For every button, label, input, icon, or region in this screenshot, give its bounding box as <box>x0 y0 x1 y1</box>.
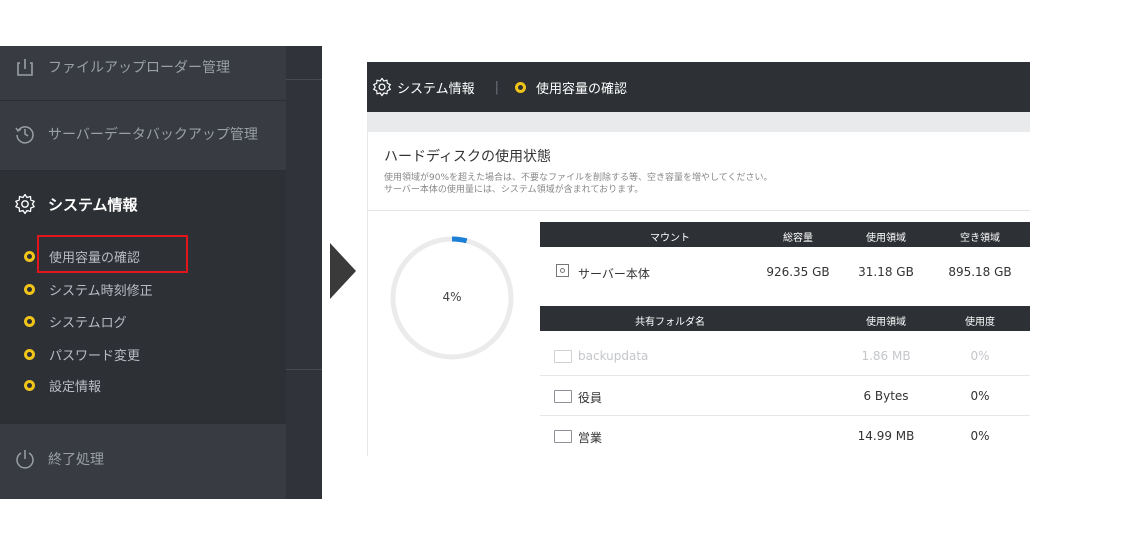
sidebar-item-label: 終了処理 <box>48 452 104 468</box>
mount-free: 895.18 GB <box>948 265 1012 279</box>
sidebar-item-backup[interactable]: サーバーデータバックアップ管理 <box>0 101 286 171</box>
sidebar: ファイルアップローダー管理 サーバーデータバックアップ管理 システム情報 使用容… <box>0 46 322 499</box>
backup-clock-icon <box>14 123 36 145</box>
breadcrumb-separator: | <box>494 79 500 95</box>
column-header: 共有フォルダ名 <box>635 317 705 328</box>
table-row: サーバー本体 926.35 GB 31.18 GB 895.18 GB <box>540 252 1030 292</box>
toolbar-spacer <box>367 112 1030 132</box>
sidebar-item-label: システム情報 <box>48 195 138 214</box>
folder-icon <box>554 430 572 443</box>
folder-icon <box>554 350 572 363</box>
column-header: 使用領域 <box>866 233 906 244</box>
column-header: 使用領域 <box>866 317 906 328</box>
folder-name: 役員 <box>578 391 603 405</box>
bullet-ring-icon <box>24 283 35 295</box>
mount-used: 31.18 GB <box>858 265 914 279</box>
folder-table-header: 共有フォルダ名 使用領域 使用度 <box>540 306 1030 331</box>
power-icon <box>14 448 36 470</box>
upload-icon <box>14 56 36 78</box>
disk-usage-section: ハードディスクの使用状態 使用領域が90%を超えた場合は、不要なファイルを削除す… <box>367 132 1030 456</box>
transition-arrow-icon <box>330 243 356 299</box>
bullet-ring-icon <box>24 379 35 391</box>
breadcrumb-page: 使用容量の確認 <box>536 81 628 97</box>
sidebar-subitem-password[interactable]: パスワード変更 <box>24 343 140 365</box>
system-info-panel: システム情報 | 使用容量の確認 ハードディスクの使用状態 使用領域が90%を超… <box>367 62 1030 456</box>
disk-title: ハードディスクの使用状態 <box>384 149 552 165</box>
sidebar-item-label: サーバーデータバックアップ管理 <box>48 127 258 143</box>
folder-name: backupdata <box>578 349 649 363</box>
usage-percent: 4% <box>442 290 462 304</box>
gear-icon <box>14 193 36 215</box>
bullet-ring-icon <box>515 81 527 93</box>
folder-used: 1.86 MB <box>861 349 911 363</box>
hard-disk-icon <box>556 264 569 277</box>
table-row[interactable]: 役員 6 Bytes 0% <box>540 376 1030 416</box>
disk-note: 使用領域が90%を超えた場合は、不要なファイルを削除する等、空き容量を増やしてく… <box>384 173 773 183</box>
sidebar-item-label: ファイルアップローダー管理 <box>48 60 230 76</box>
sidebar-subitem-settings[interactable]: 設定情報 <box>24 374 101 396</box>
sidebar-item-shutdown[interactable]: 終了処理 <box>0 424 286 499</box>
breadcrumb: システム情報 | 使用容量の確認 <box>367 62 1030 112</box>
highlight-box <box>37 235 188 273</box>
mount-total: 926.35 GB <box>766 265 830 279</box>
bullet-ring-icon <box>24 315 35 327</box>
folder-ratio: 0% <box>970 429 990 443</box>
sidebar-scroll-strip <box>286 46 322 499</box>
sidebar-subitem-label: システムログ <box>49 315 127 331</box>
sidebar-subitem-log[interactable]: システムログ <box>24 310 127 332</box>
sidebar-subitem-time[interactable]: システム時刻修正 <box>24 278 153 300</box>
bullet-ring-icon <box>24 250 35 262</box>
bullet-ring-icon <box>24 348 35 360</box>
disk-note: サーバー本体の使用量には、システム領域が含まれております。 <box>384 185 644 195</box>
folder-used: 6 Bytes <box>863 389 909 403</box>
column-header: マウント <box>650 233 690 244</box>
gear-icon <box>371 76 393 98</box>
folder-name: 営業 <box>578 431 603 445</box>
sidebar-subitem-label: パスワード変更 <box>49 348 141 364</box>
breadcrumb-section[interactable]: システム情報 <box>397 78 475 97</box>
sidebar-subitem-label: システム時刻修正 <box>49 283 153 299</box>
divider <box>368 210 1030 211</box>
usage-gauge-fill <box>451 236 468 244</box>
disk-notes: 使用領域が90%を超えた場合は、不要なファイルを削除する等、空き容量を増やしてく… <box>384 172 772 196</box>
folder-ratio: 0% <box>970 389 990 403</box>
table-row[interactable]: backupdata 1.86 MB 0% <box>540 336 1030 376</box>
mount-table-header: マウント 総容量 使用領域 空き領域 <box>540 222 1030 247</box>
folder-used: 14.99 MB <box>857 429 915 443</box>
folder-icon <box>554 390 572 403</box>
sidebar-subitem-label: 設定情報 <box>49 379 102 395</box>
mount-name: サーバー本体 <box>578 267 650 281</box>
folder-ratio: 0% <box>970 349 990 363</box>
column-header: 使用度 <box>965 317 995 328</box>
sidebar-item-file-uploader[interactable]: ファイルアップローダー管理 <box>0 46 286 101</box>
column-header: 空き領域 <box>960 233 1000 244</box>
table-row[interactable]: 営業 14.99 MB 0% <box>540 416 1030 456</box>
column-header: 総容量 <box>783 233 813 244</box>
